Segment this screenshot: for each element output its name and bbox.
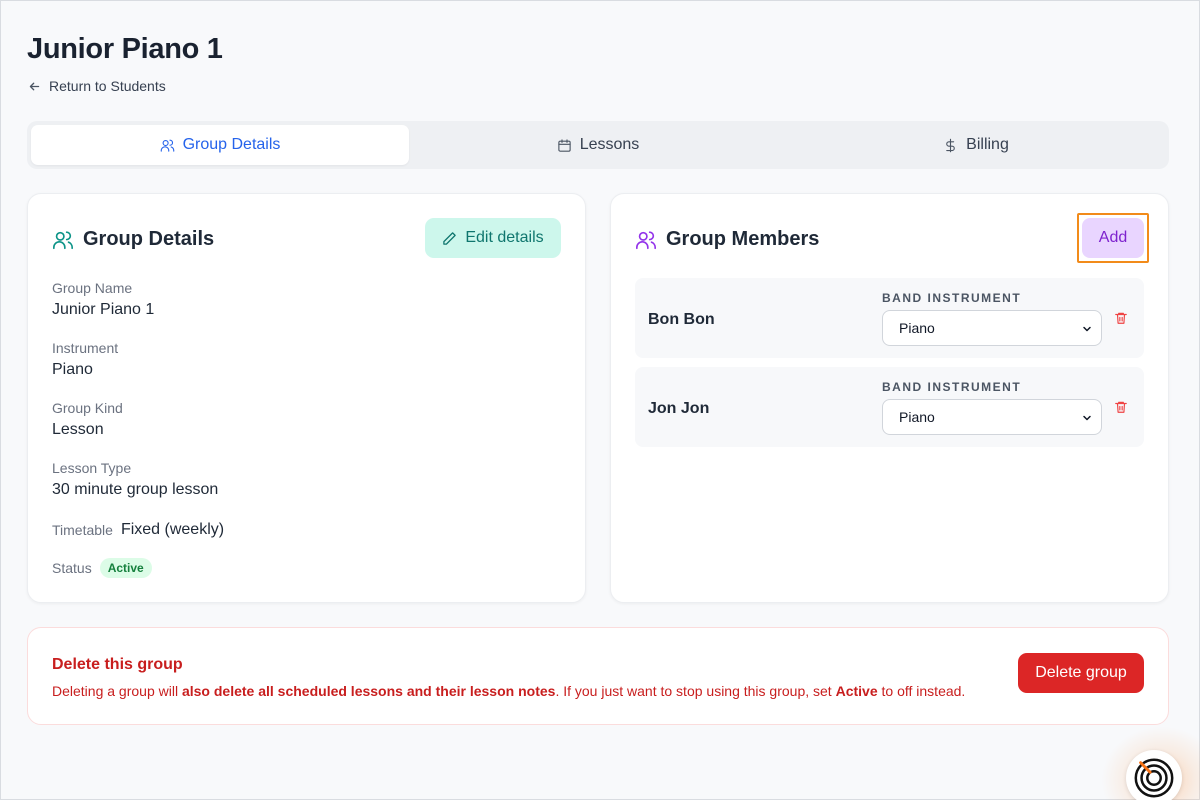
page-title: Junior Piano 1 (27, 33, 223, 65)
warning-text-bold: Active (835, 683, 878, 699)
member-row: Bon Bon BAND INSTRUMENT Piano (635, 278, 1144, 358)
delete-group-title: Delete this group (52, 656, 183, 673)
field-label: Group Kind (52, 400, 123, 416)
add-member-button[interactable]: Add (1082, 218, 1144, 258)
group-details-heading: Group Details (52, 228, 214, 251)
field-timetable: Timetable Fixed (weekly) (52, 521, 224, 539)
add-button-highlight: Add (1077, 213, 1149, 263)
band-instrument-select[interactable]: Piano (882, 310, 1102, 346)
delete-group-card: Delete this group Deleting a group will … (27, 627, 1169, 725)
band-instrument-value: Piano (899, 320, 935, 336)
chevron-down-icon (1083, 326, 1091, 332)
member-row: Jon Jon BAND INSTRUMENT Piano (635, 367, 1144, 447)
tab-bar: Group Details Lessons Billing (27, 121, 1169, 169)
field-value: Fixed (weekly) (120, 521, 225, 538)
chevron-down-icon (1083, 415, 1091, 421)
return-to-students-link[interactable]: Return to Students (28, 78, 166, 94)
field-label: Status (52, 560, 92, 576)
band-instrument-label: BAND INSTRUMENT (882, 380, 1022, 394)
arrow-left-icon (29, 82, 40, 90)
group-members-card: Group Members Add Bon Bon BAND INSTRUMEN… (610, 193, 1169, 603)
warning-text: Deleting a group will (52, 683, 182, 699)
field-instrument: Instrument Piano (52, 340, 118, 379)
field-value: Lesson (52, 421, 104, 438)
users-icon (636, 230, 656, 249)
warning-text-bold: also delete all scheduled lessons and th… (181, 683, 556, 699)
tab-billing-label: Billing (966, 136, 1009, 153)
group-details-title: Group Details (83, 228, 215, 250)
edit-details-label: Edit details (465, 229, 544, 246)
field-value: Junior Piano 1 (52, 301, 155, 318)
status-badge: Active (99, 558, 152, 578)
field-value: Piano (52, 361, 93, 378)
member-name: Bon Bon (648, 311, 715, 328)
edit-details-button[interactable]: Edit details (425, 218, 561, 258)
users-icon (53, 230, 73, 249)
warning-text: . If you just want to stop using this gr… (555, 683, 836, 699)
calendar-icon (558, 138, 571, 152)
field-status: Status Active (52, 558, 152, 578)
tab-billing[interactable]: Billing (787, 125, 1165, 165)
dollar-icon (946, 138, 955, 152)
assistant-logo-icon (1134, 758, 1174, 798)
delete-group-warning: Deleting a group will also delete all sc… (52, 683, 965, 699)
group-members-title: Group Members (666, 228, 820, 250)
tab-group-details-label: Group Details (182, 136, 281, 153)
field-group-kind: Group Kind Lesson (52, 400, 123, 439)
warning-text: to off instead. (877, 683, 966, 699)
field-value: 30 minute group lesson (52, 481, 219, 498)
return-to-students-label: Return to Students (49, 78, 166, 94)
field-label: Instrument (52, 340, 119, 356)
band-instrument-label: BAND INSTRUMENT (882, 291, 1022, 305)
field-label: Lesson Type (52, 460, 132, 476)
tab-group-details[interactable]: Group Details (31, 125, 409, 165)
trash-icon[interactable] (1114, 400, 1128, 414)
tab-lessons-label: Lessons (579, 136, 640, 153)
group-details-card: Group Details Edit details Group Name Ju… (27, 193, 586, 603)
band-instrument-select[interactable]: Piano (882, 399, 1102, 435)
field-lesson-type: Lesson Type 30 minute group lesson (52, 460, 218, 499)
users-icon (160, 139, 174, 152)
band-instrument-value: Piano (899, 409, 935, 425)
pencil-icon (443, 231, 457, 245)
member-name: Jon Jon (648, 400, 710, 417)
field-label: Timetable (52, 522, 113, 538)
field-label: Group Name (52, 280, 133, 296)
trash-icon[interactable] (1114, 311, 1128, 325)
delete-group-button[interactable]: Delete group (1018, 653, 1144, 693)
assistant-launcher-button[interactable] (1126, 750, 1182, 800)
tab-lessons[interactable]: Lessons (409, 125, 787, 165)
field-group-name: Group Name Junior Piano 1 (52, 280, 154, 319)
group-members-heading: Group Members (635, 228, 819, 251)
